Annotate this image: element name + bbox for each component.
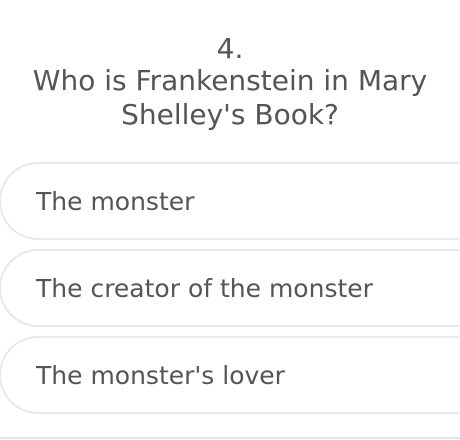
answer-option-2[interactable]: The creator of the monster — [0, 249, 459, 327]
answer-option-1[interactable]: The monster — [0, 162, 459, 240]
quiz-card: 4. Who is Frankenstein in Mary Shelley's… — [0, 0, 460, 440]
answer-option-label: The creator of the monster — [36, 273, 373, 303]
answer-option-label: The monster — [36, 186, 195, 216]
answer-option-label: The monster's lover — [36, 360, 285, 390]
answer-option-3[interactable]: The monster's lover — [0, 336, 459, 414]
bottom-divider — [0, 437, 460, 439]
answer-options: The monster The creator of the monster T… — [0, 162, 460, 423]
question-text: Who is Frankenstein in Mary Shelley's Bo… — [32, 64, 428, 131]
question-number: 4. — [216, 32, 244, 65]
